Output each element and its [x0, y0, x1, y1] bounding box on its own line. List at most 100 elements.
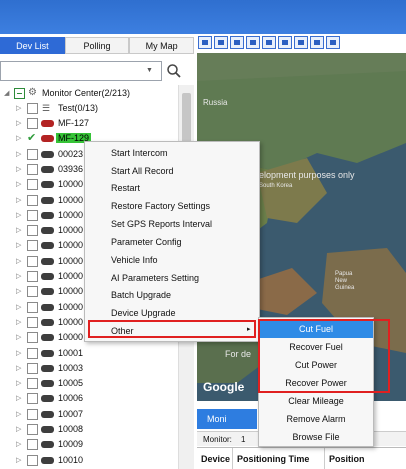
row-checkbox[interactable] — [27, 347, 38, 359]
row-checkbox[interactable]: ✔ — [27, 131, 38, 144]
col-device[interactable]: Device — [197, 448, 233, 469]
col-position[interactable]: Position — [325, 448, 406, 469]
tab-my-map[interactable]: My Map — [129, 37, 195, 54]
expand-icon[interactable]: ▷ — [16, 318, 21, 326]
vehicle-icon — [41, 165, 54, 173]
toolbar-button-4[interactable] — [246, 36, 260, 49]
expand-icon[interactable]: ▷ — [16, 165, 21, 173]
expand-icon[interactable]: ▷ — [16, 104, 21, 112]
expand-icon[interactable]: ▷ — [16, 456, 21, 464]
tree-row[interactable]: ▷ 10008 — [0, 422, 178, 437]
group-checkbox[interactable] — [27, 103, 38, 114]
row-checkbox[interactable] — [27, 163, 38, 175]
monitor-tab[interactable]: Moni — [197, 409, 257, 429]
toolbar-button-6[interactable] — [278, 36, 292, 49]
expand-icon[interactable]: ▷ — [16, 257, 21, 265]
expand-icon[interactable]: ▷ — [16, 425, 21, 433]
toolbar-button-1[interactable] — [198, 36, 212, 49]
expand-icon[interactable]: ▷ — [16, 119, 21, 127]
expand-icon[interactable]: ▷ — [16, 303, 21, 311]
row-checkbox[interactable] — [27, 362, 38, 374]
menu-item-start-intercom[interactable]: Start Intercom — [111, 148, 168, 158]
toolbar-button-7[interactable] — [294, 36, 308, 49]
menu-item-restore-factory[interactable]: Restore Factory Settings — [111, 201, 210, 211]
tree-row[interactable]: ▷ 10001 — [0, 346, 178, 361]
expand-icon[interactable]: ▷ — [16, 272, 21, 280]
toolbar-button-3[interactable] — [230, 36, 244, 49]
tree-row[interactable]: ▷ 10010 — [0, 453, 178, 468]
expand-icon[interactable]: ▷ — [16, 134, 21, 142]
expand-icon[interactable]: ▷ — [16, 287, 21, 295]
tree-root[interactable]: ◢ ⚙ Monitor Center(2/213) — [0, 86, 178, 101]
menu-item-batch-upgrade[interactable]: Batch Upgrade — [111, 290, 171, 300]
tree-row-label: 10000 — [58, 301, 84, 312]
chevron-down-icon[interactable]: ▼ — [146, 67, 153, 74]
tree-row[interactable]: ▷ 10006 — [0, 391, 178, 406]
tab-dev-list[interactable]: Dev List — [0, 37, 65, 54]
row-checkbox[interactable] — [27, 378, 38, 390]
tree-row[interactable]: ▷ 10005 — [0, 376, 178, 391]
row-checkbox[interactable] — [27, 240, 38, 252]
toolbar-button-9[interactable] — [326, 36, 340, 49]
expand-icon[interactable]: ▷ — [16, 394, 21, 402]
map-toolbar — [198, 36, 406, 52]
vehicle-icon — [41, 288, 54, 296]
menu-item-ai-parameters[interactable]: AI Parameters Setting — [111, 273, 199, 283]
tree-row[interactable]: ▷ MF-127 — [0, 116, 178, 131]
collapse-icon[interactable]: ◢ — [4, 89, 9, 97]
row-checkbox[interactable] — [27, 255, 38, 267]
expand-icon[interactable]: ▷ — [16, 180, 21, 188]
col-positioning-time[interactable]: Positioning Time — [233, 448, 325, 469]
toolbar-button-8[interactable] — [310, 36, 324, 49]
row-checkbox[interactable] — [27, 179, 38, 191]
menu-item-vehicle-info[interactable]: Vehicle Info — [111, 255, 158, 265]
expand-icon[interactable]: ▷ — [16, 196, 21, 204]
submenu-item-browse-file[interactable]: Browse File — [259, 428, 373, 446]
row-checkbox[interactable] — [27, 439, 38, 451]
row-checkbox[interactable] — [27, 286, 38, 298]
expand-icon[interactable]: ▷ — [16, 150, 21, 158]
row-checkbox[interactable] — [27, 148, 38, 160]
menu-item-gps-interval[interactable]: Set GPS Reports Interval — [111, 219, 212, 229]
toolbar-button-5[interactable] — [262, 36, 276, 49]
row-checkbox[interactable] — [27, 424, 38, 435]
tree-row-label: 10003 — [58, 362, 84, 373]
row-checkbox[interactable] — [27, 316, 38, 328]
menu-item-start-all-record[interactable]: Start All Record — [111, 166, 174, 176]
search-input[interactable] — [0, 61, 162, 81]
row-checkbox[interactable] — [27, 209, 38, 221]
tree-row[interactable]: ▷ 10007 — [0, 407, 178, 422]
expand-icon[interactable]: ▷ — [16, 241, 21, 249]
expand-icon[interactable]: ▷ — [16, 211, 21, 219]
expand-icon[interactable]: ▷ — [16, 333, 21, 341]
tree-row[interactable]: ▷ 10009 — [0, 437, 178, 452]
search-row: ▼ — [0, 60, 194, 84]
submenu-item-clear-mileage[interactable]: Clear Mileage — [259, 392, 373, 410]
row-checkbox[interactable] — [27, 454, 38, 466]
tab-polling[interactable]: Polling — [64, 37, 130, 54]
tree-group[interactable]: ▷ ☰ Test(0/13) — [0, 101, 178, 116]
menu-item-device-upgrade[interactable]: Device Upgrade — [111, 308, 176, 318]
submenu-item-remove-alarm[interactable]: Remove Alarm — [259, 410, 373, 428]
row-checkbox[interactable] — [27, 332, 38, 344]
row-checkbox[interactable] — [27, 271, 38, 282]
expand-icon[interactable]: ▷ — [16, 349, 21, 357]
expand-icon[interactable]: ▷ — [16, 410, 21, 418]
expand-icon[interactable]: ▷ — [16, 440, 21, 448]
expand-icon[interactable]: ▷ — [16, 364, 21, 372]
expand-icon[interactable]: ▷ — [16, 379, 21, 387]
row-checkbox[interactable] — [27, 225, 38, 237]
search-icon[interactable] — [166, 62, 182, 80]
root-checkbox[interactable] — [14, 88, 25, 99]
menu-item-restart[interactable]: Restart — [111, 183, 140, 193]
toolbar-button-2[interactable] — [214, 36, 228, 49]
row-checkbox[interactable] — [27, 118, 38, 129]
tree-row[interactable]: ▷ 10003 — [0, 361, 178, 376]
expand-icon[interactable]: ▷ — [16, 226, 21, 234]
row-checkbox[interactable] — [27, 393, 38, 405]
highlight-box-other — [88, 320, 256, 338]
menu-item-parameter-config[interactable]: Parameter Config — [111, 237, 182, 247]
row-checkbox[interactable] — [27, 301, 38, 313]
row-checkbox[interactable] — [27, 408, 38, 420]
row-checkbox[interactable] — [27, 194, 38, 206]
